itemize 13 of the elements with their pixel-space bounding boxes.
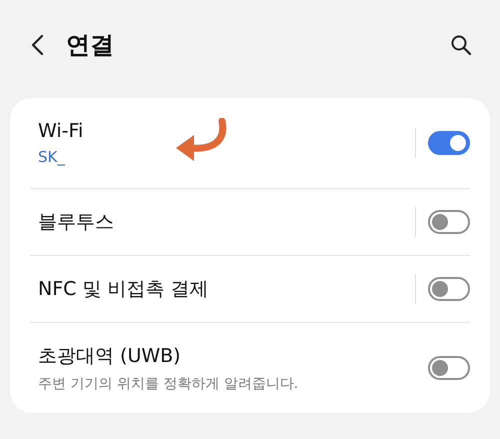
toggle-switch[interactable]	[428, 131, 470, 155]
setting-title: Wi-Fi	[38, 120, 84, 142]
toggle-switch[interactable]	[428, 356, 470, 380]
setting-subtitle: 주변 기기의 위치를 정확하게 알려줍니다.	[38, 375, 300, 393]
toggle-switch[interactable]	[428, 210, 470, 234]
setting-title: NFC 및 비접촉 결제	[38, 277, 210, 302]
page-title: 연결	[66, 30, 115, 61]
setting-title: 블루투스	[38, 210, 115, 235]
setting-subtitle: SK_	[38, 148, 66, 166]
search-button[interactable]	[450, 34, 472, 56]
setting-title: 초광대역 (UWB)	[38, 344, 182, 369]
toggle-switch[interactable]	[428, 277, 470, 301]
search-icon	[450, 34, 472, 56]
